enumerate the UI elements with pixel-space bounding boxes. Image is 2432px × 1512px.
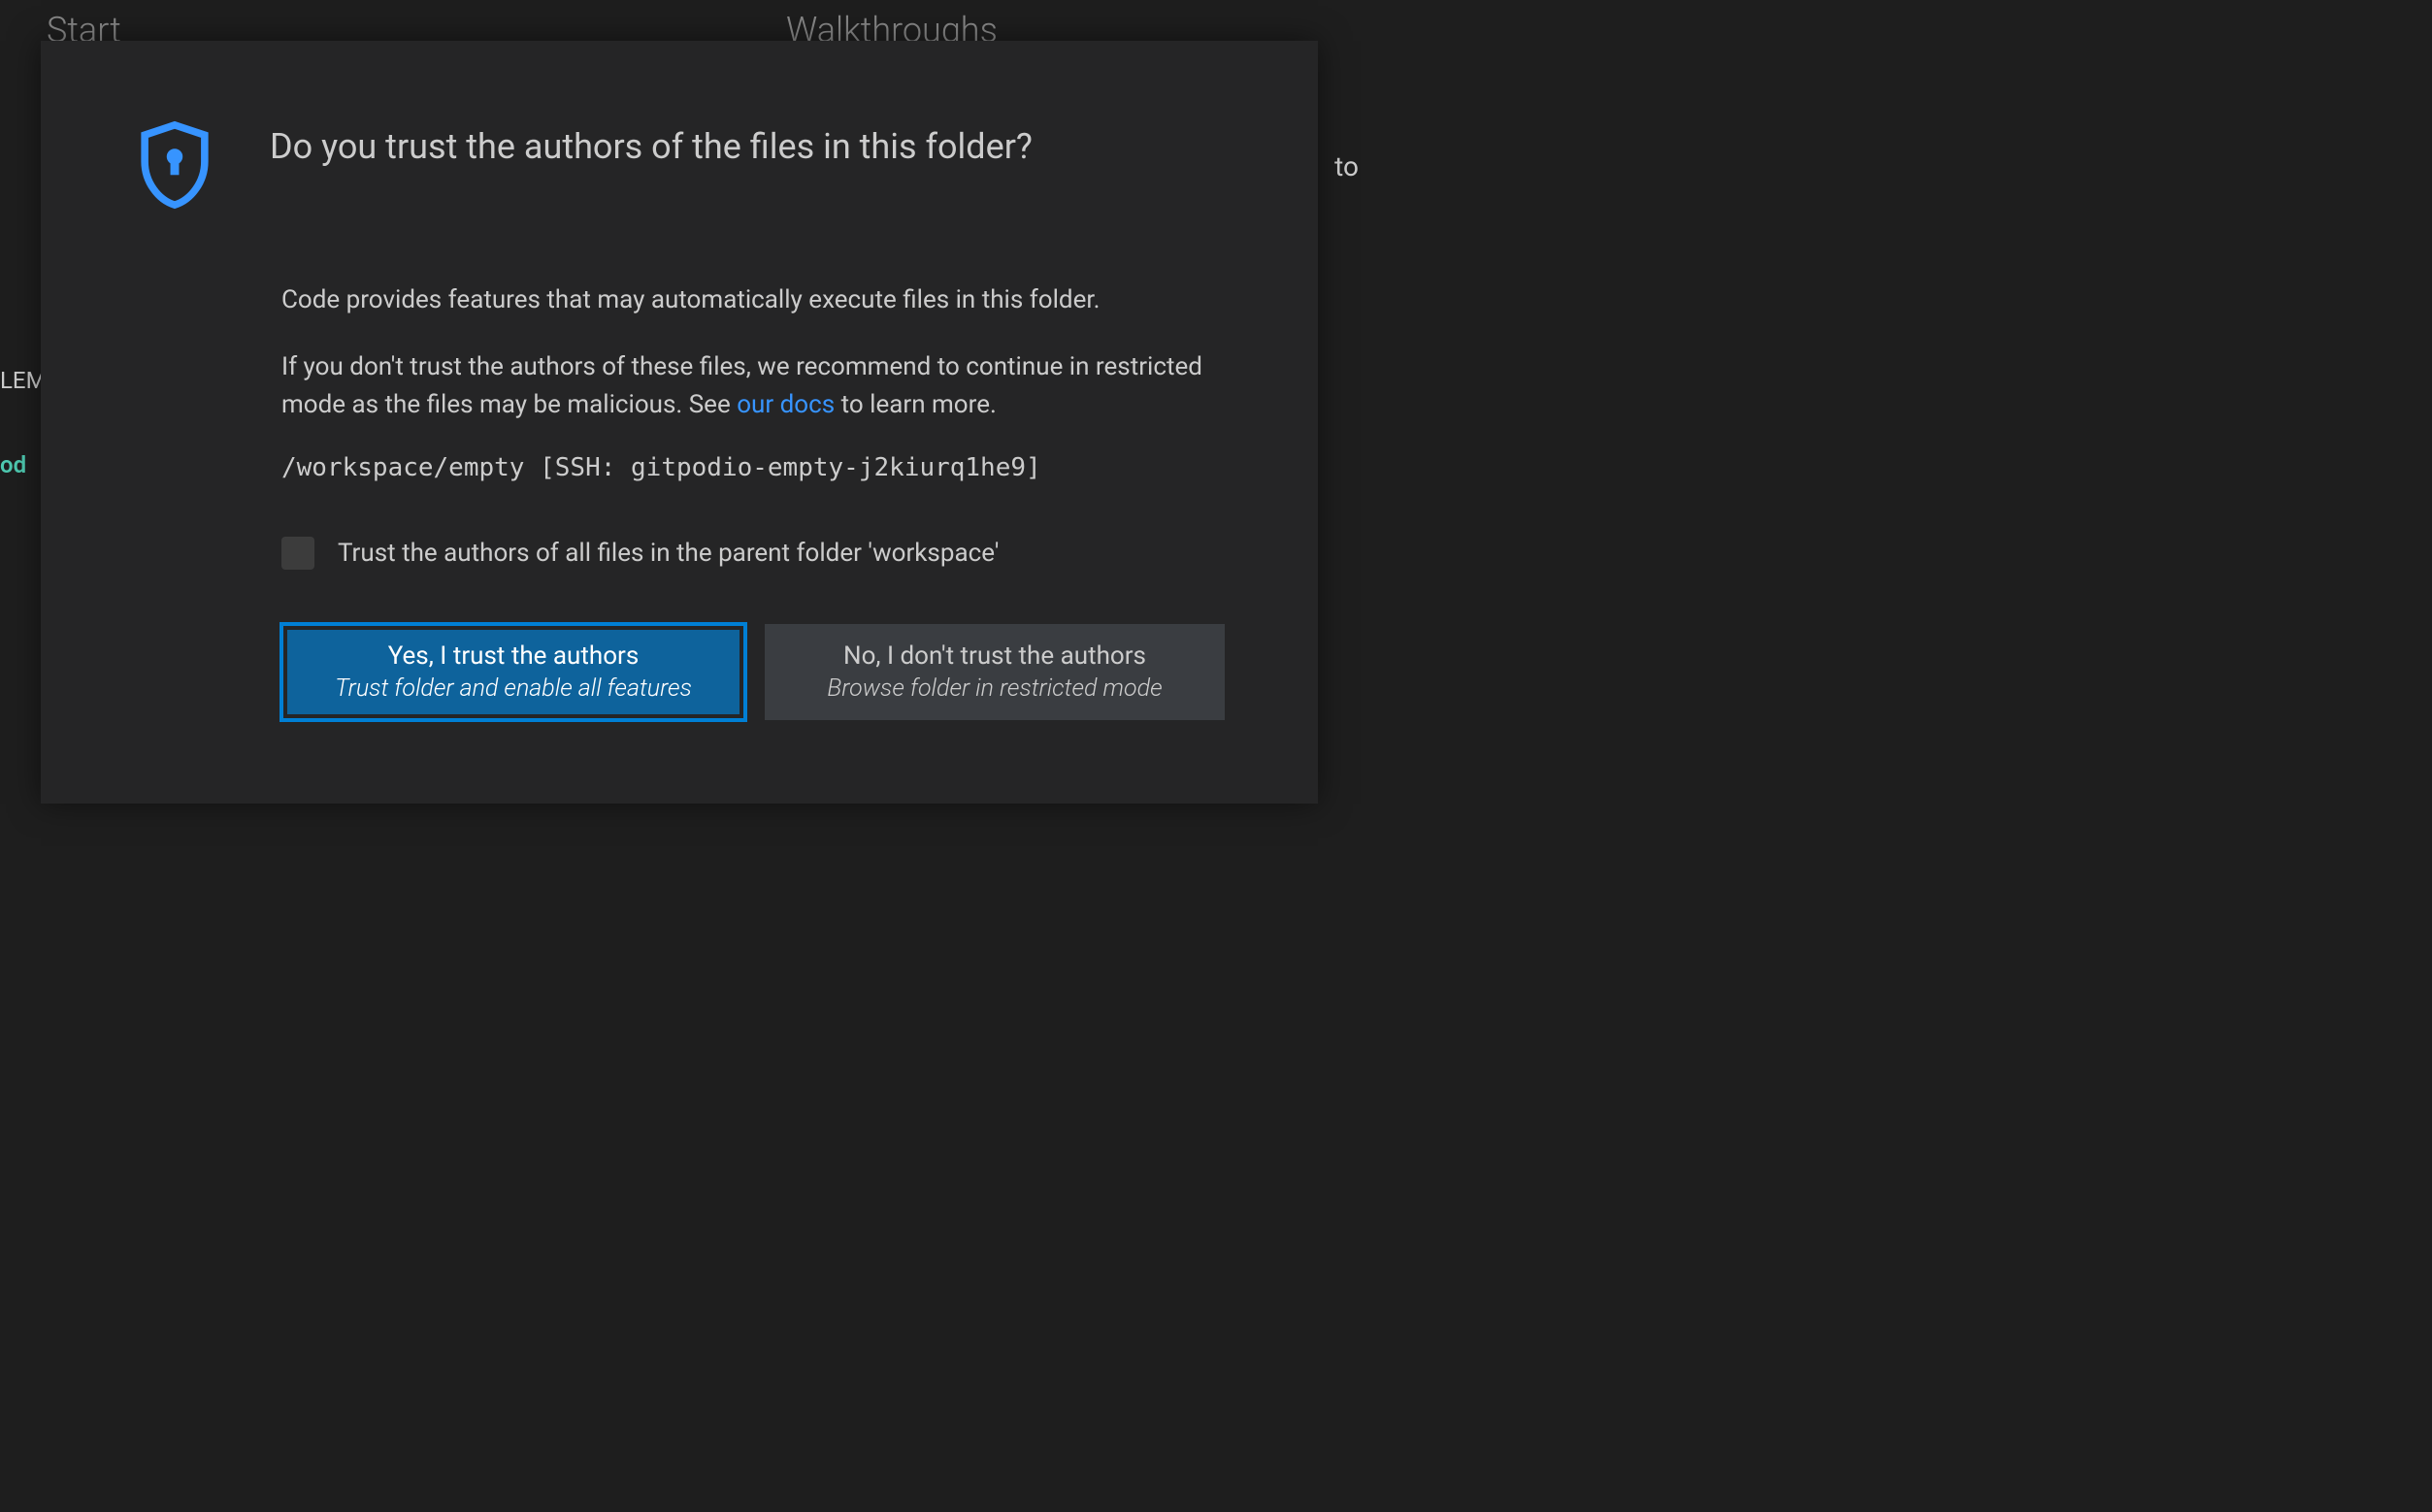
trust-button-subtitle: Trust folder and enable all features <box>307 674 720 703</box>
dialog-paragraph-2-after: to learn more. <box>835 390 997 419</box>
dialog-body: Code provides features that may automati… <box>134 281 1225 720</box>
dialog-paragraph-2: If you don't trust the authors of these … <box>281 348 1225 424</box>
trust-button[interactable]: Yes, I trust the authors Trust folder an… <box>281 624 745 720</box>
trust-parent-checkbox-label: Trust the authors of all files in the pa… <box>338 539 999 568</box>
workspace-path: /workspace/empty [SSH: gitpodio-empty-j2… <box>281 453 1225 482</box>
dialog-title: Do you trust the authors of the files in… <box>270 118 1033 170</box>
trust-dialog: Do you trust the authors of the files in… <box>41 41 1318 804</box>
trust-parent-checkbox[interactable] <box>281 537 314 570</box>
bg-left-fragment-2: od <box>0 451 26 478</box>
trust-button-title: Yes, I trust the authors <box>307 641 720 671</box>
bg-right-fragment: to <box>1334 150 1359 182</box>
shield-lock-icon <box>134 118 215 212</box>
dialog-header: Do you trust the authors of the files in… <box>134 118 1225 212</box>
dont-trust-button-title: No, I don't trust the authors <box>788 641 1201 671</box>
docs-link[interactable]: our docs <box>737 390 835 419</box>
dialog-buttons: Yes, I trust the authors Trust folder an… <box>281 624 1225 720</box>
trust-parent-checkbox-row[interactable]: Trust the authors of all files in the pa… <box>281 537 1225 570</box>
dont-trust-button-subtitle: Browse folder in restricted mode <box>788 674 1201 703</box>
dont-trust-button[interactable]: No, I don't trust the authors Browse fol… <box>765 624 1225 720</box>
dialog-paragraph-1: Code provides features that may automati… <box>281 281 1225 319</box>
bg-left-fragment-1: LEM <box>0 367 47 394</box>
